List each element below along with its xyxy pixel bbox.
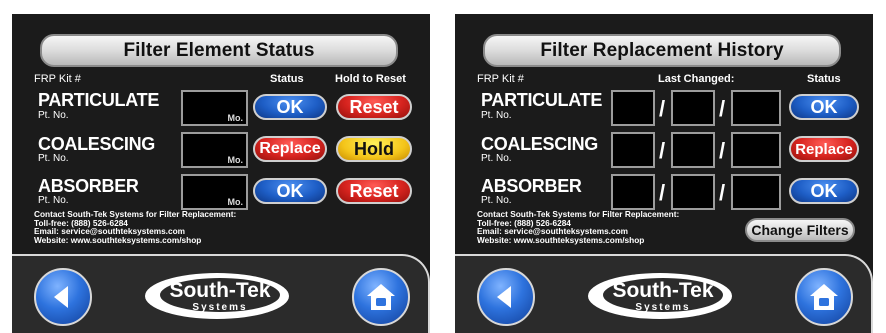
page-title: Filter Element Status xyxy=(40,34,398,67)
page-title: Filter Replacement History xyxy=(483,34,841,67)
reset-button-absorber[interactable]: Reset xyxy=(336,178,412,204)
date-day-field[interactable] xyxy=(671,174,715,210)
back-arrow-icon xyxy=(497,286,511,308)
status-button-absorber[interactable]: OK xyxy=(253,178,327,204)
date-separator: / xyxy=(719,96,726,121)
status-button-particulate[interactable]: OK xyxy=(789,94,859,120)
status-button-absorber[interactable]: OK xyxy=(789,178,859,204)
row-name-coalescing: COALESCING xyxy=(38,134,156,154)
months-field[interactable]: Mo. xyxy=(181,90,248,126)
months-unit-label: Mo. xyxy=(227,197,244,207)
contact-line: Website: www.southteksystems.com/shop xyxy=(477,234,645,245)
change-filters-button[interactable]: Change Filters xyxy=(745,218,855,242)
row-pt-no: Pt. No. xyxy=(38,153,69,164)
home-button[interactable] xyxy=(795,268,853,326)
date-separator: / xyxy=(659,138,666,163)
home-button[interactable] xyxy=(352,268,410,326)
row-name-particulate: PARTICULATE xyxy=(481,90,603,110)
bottom-nav-bar: South-Tek Systems xyxy=(455,254,873,333)
row-pt-no: Pt. No. xyxy=(38,195,69,206)
row-name-absorber: ABSORBER xyxy=(38,176,139,196)
date-separator: / xyxy=(719,138,726,163)
row-name-coalescing: COALESCING xyxy=(481,134,599,154)
months-field[interactable]: Mo. xyxy=(181,132,248,168)
hold-button-coalescing[interactable]: Hold xyxy=(336,136,412,162)
status-header: Status xyxy=(807,73,841,85)
last-changed-header: Last Changed: xyxy=(658,73,735,85)
row-name-particulate: PARTICULATE xyxy=(38,90,160,110)
status-button-particulate[interactable]: OK xyxy=(253,94,327,120)
row-pt-no: Pt. No. xyxy=(481,153,512,164)
frp-kit-header: FRP Kit # xyxy=(34,73,81,85)
date-separator: / xyxy=(719,180,726,205)
filter-replacement-history-screen: Filter Replacement History FRP Kit # Las… xyxy=(455,14,873,333)
row-pt-no: Pt. No. xyxy=(38,110,69,121)
bottom-nav-bar: South-Tek Systems xyxy=(12,254,430,333)
date-month-field[interactable] xyxy=(611,174,655,210)
row-pt-no: Pt. No. xyxy=(481,195,512,206)
svg-text:Systems: Systems xyxy=(192,302,247,313)
frp-kit-header: FRP Kit # xyxy=(477,73,524,85)
home-icon xyxy=(367,284,395,310)
date-day-field[interactable] xyxy=(671,90,715,126)
contact-info: Contact South-Tek Systems for Filter Rep… xyxy=(34,210,236,244)
hold-to-reset-header: Hold to Reset xyxy=(335,73,406,85)
date-separator: / xyxy=(659,180,666,205)
home-icon xyxy=(810,284,838,310)
date-day-field[interactable] xyxy=(671,132,715,168)
date-separator: / xyxy=(659,96,666,121)
date-year-field[interactable] xyxy=(731,90,781,126)
back-button[interactable] xyxy=(34,268,92,326)
status-button-coalescing[interactable]: Replace xyxy=(253,136,327,162)
back-button[interactable] xyxy=(477,268,535,326)
back-arrow-icon xyxy=(54,286,68,308)
status-button-coalescing[interactable]: Replace xyxy=(789,136,859,162)
date-year-field[interactable] xyxy=(731,132,781,168)
months-field[interactable]: Mo. xyxy=(181,174,248,210)
svg-text:South-Tek: South-Tek xyxy=(612,279,713,302)
status-header: Status xyxy=(270,73,304,85)
contact-line: Website: www.southteksystems.com/shop xyxy=(34,234,202,245)
date-month-field[interactable] xyxy=(611,90,655,126)
filter-element-status-screen: Filter Element Status FRP Kit # Status H… xyxy=(12,14,430,333)
months-unit-label: Mo. xyxy=(227,113,244,123)
svg-text:Systems: Systems xyxy=(635,302,690,313)
contact-info: Contact South-Tek Systems for Filter Rep… xyxy=(477,210,679,244)
svg-text:South-Tek: South-Tek xyxy=(169,279,270,302)
date-year-field[interactable] xyxy=(731,174,781,210)
south-tek-logo: South-Tek Systems xyxy=(145,273,289,319)
months-unit-label: Mo. xyxy=(227,155,244,165)
date-month-field[interactable] xyxy=(611,132,655,168)
south-tek-logo: South-Tek Systems xyxy=(588,273,732,319)
reset-button-particulate[interactable]: Reset xyxy=(336,94,412,120)
row-pt-no: Pt. No. xyxy=(481,110,512,121)
row-name-absorber: ABSORBER xyxy=(481,176,582,196)
